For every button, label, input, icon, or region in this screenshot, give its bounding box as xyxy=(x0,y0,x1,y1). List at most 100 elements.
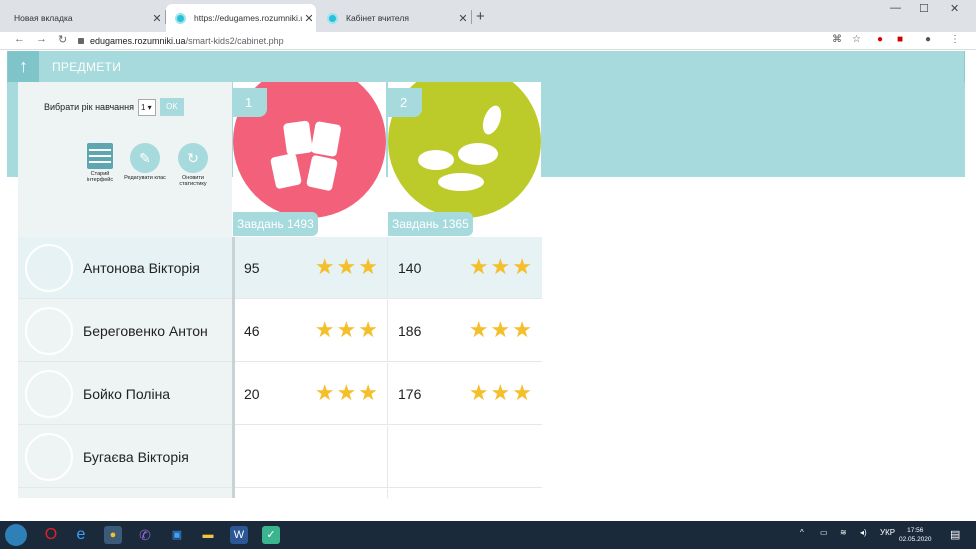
grade-label: Вибрати рік навчання xyxy=(44,102,134,112)
grade-selector: Вибрати рік навчання 1 ▾ OK xyxy=(44,98,184,116)
subject-tasks-count: Завдань 1493 xyxy=(233,212,318,236)
new-tab-plus-icon[interactable]: + xyxy=(476,8,485,25)
score-cell xyxy=(233,489,386,498)
subject-card[interactable]: 2 Завдань 1365 xyxy=(388,82,541,237)
card-shape xyxy=(269,152,303,190)
card-shape xyxy=(310,120,342,158)
edge-icon[interactable]: e xyxy=(72,526,90,544)
url-host: edugames.rozumniki.ua xyxy=(90,35,186,46)
stars-icon: ★★★ xyxy=(314,317,380,342)
site-favicon-icon xyxy=(327,12,338,24)
score-value: 140 xyxy=(398,260,422,276)
volume-icon[interactable]: ◂) xyxy=(860,528,867,537)
avatar xyxy=(25,307,73,355)
stars-icon: ★★★ xyxy=(314,380,380,405)
chevron-up-icon[interactable]: ^ xyxy=(800,528,804,537)
student-name: Бугаєва Вікторія xyxy=(83,449,189,465)
student-name: Береговенко Антон xyxy=(83,323,208,339)
leaf-shape xyxy=(438,173,484,191)
tool-label: Редагувати клас xyxy=(124,175,166,181)
table-icon xyxy=(87,143,113,169)
score-cell xyxy=(233,426,386,488)
tab-new-tab[interactable]: Новая вкладка ✕ xyxy=(6,4,164,32)
score-value: 95 xyxy=(244,260,260,276)
store-icon[interactable]: ▣ xyxy=(168,526,186,544)
close-icon[interactable]: ✕ xyxy=(302,12,316,25)
minimize-icon[interactable]: — xyxy=(890,2,901,14)
ok-button[interactable]: OK xyxy=(159,98,184,116)
app-icon[interactable]: ✓ xyxy=(262,526,280,544)
chrome-icon[interactable]: ● xyxy=(104,526,122,544)
grade-select[interactable]: 1 ▾ xyxy=(137,98,156,116)
avatar xyxy=(25,370,73,418)
card-shape xyxy=(282,120,314,156)
app-header: ↑ ПРЕДМЕТИ xyxy=(7,51,965,82)
score-cell: 186 ★★★ xyxy=(387,300,540,362)
score-cell: 46 ★★★ xyxy=(233,300,386,362)
subject-tasks-count: Завдань 1365 xyxy=(388,212,473,236)
start-button-icon[interactable] xyxy=(5,524,27,546)
opera-icon[interactable]: O xyxy=(42,526,60,544)
close-icon[interactable]: ✕ xyxy=(456,12,470,25)
score-cell xyxy=(387,426,540,488)
profile-avatar-icon[interactable]: ● xyxy=(925,34,931,45)
system-clock[interactable]: 17:56 02.05.2020 xyxy=(899,526,932,544)
refresh-stats-button[interactable]: ↻ Оновити статистику xyxy=(170,143,216,187)
score-cell: 140 ★★★ xyxy=(387,237,540,299)
maximize-icon[interactable]: ☐ xyxy=(919,2,929,15)
tab-title: Кабінет вчителя xyxy=(346,13,409,23)
bookmark-star-icon[interactable]: ☆ xyxy=(852,34,861,45)
scrollbar[interactable] xyxy=(232,237,235,498)
student-row[interactable]: Антонова Вікторія 95 ★★★ 140 ★★★ xyxy=(18,237,542,299)
refresh-icon: ↻ xyxy=(178,143,208,173)
windows-taskbar: O e ● ✆ ▣ ▬ W ✓ ^ ▭ ≋ ◂) УКР ▤ xyxy=(0,521,976,549)
leaf-shape xyxy=(458,143,498,165)
tool-label: Оновити статистику xyxy=(179,175,207,187)
up-arrow-button[interactable]: ↑ xyxy=(8,51,39,82)
butterfly-shape xyxy=(479,103,505,137)
leaf-shape xyxy=(418,150,454,170)
opera-extension-icon[interactable]: ● xyxy=(877,34,883,45)
student-row[interactable]: Береговенко Антон 46 ★★★ 186 ★★★ xyxy=(18,300,542,362)
notification-icon[interactable]: ▤ xyxy=(950,528,960,541)
translate-icon[interactable]: ⌘ xyxy=(832,34,842,45)
language-indicator[interactable]: УКР xyxy=(880,528,895,537)
score-value: 186 xyxy=(398,323,422,339)
pencil-icon: ✎ xyxy=(130,143,160,173)
folder-icon[interactable]: ▬ xyxy=(199,526,217,544)
score-cell: 95 ★★★ xyxy=(233,237,386,299)
menu-dots-icon[interactable]: ⋮ xyxy=(950,34,960,45)
tab-edugames[interactable]: https://edugames.rozumniki.ua/ ✕ xyxy=(166,4,316,32)
back-icon[interactable]: ← xyxy=(14,33,25,45)
clock-date: 02.05.2020 xyxy=(899,536,932,543)
address-bar: ← → ↻ edugames.rozumniki.ua /smart-kids2… xyxy=(0,32,976,50)
tab-title: Новая вкладка xyxy=(14,13,73,23)
window-close-icon[interactable]: ✕ xyxy=(950,2,959,15)
tab-teacher-cabinet[interactable]: Кабінет вчителя ✕ xyxy=(318,4,470,32)
score-value: 46 xyxy=(244,323,260,339)
subject-card[interactable]: 1 Завдань 1493 xyxy=(233,82,386,237)
old-interface-button[interactable]: Старий інтерфейс xyxy=(77,143,123,183)
student-name: Антонова Вікторія xyxy=(83,260,200,276)
edit-class-button[interactable]: ✎ Редагувати клас xyxy=(122,143,168,181)
close-icon[interactable]: ✕ xyxy=(150,12,164,25)
tool-label: Старий інтерфейс xyxy=(86,171,114,183)
word-icon[interactable]: W xyxy=(230,526,248,544)
grade-value: 1 xyxy=(140,102,146,112)
url-field[interactable]: edugames.rozumniki.ua /smart-kids2/cabin… xyxy=(78,33,818,48)
url-path: /smart-kids2/cabinet.php xyxy=(185,35,284,46)
subject-number: 2 xyxy=(388,88,422,117)
site-favicon-icon xyxy=(175,12,186,24)
tab-separator xyxy=(471,10,472,24)
battery-icon[interactable]: ▭ xyxy=(820,528,828,537)
stars-icon: ★★★ xyxy=(468,317,534,342)
extension-icon[interactable]: ■ xyxy=(897,34,903,45)
reload-icon[interactable]: ↻ xyxy=(58,33,67,46)
viber-icon[interactable]: ✆ xyxy=(136,526,154,544)
browser-tab-strip: Новая вкладка ✕ https://edugames.rozumni… xyxy=(0,0,976,32)
wifi-icon[interactable]: ≋ xyxy=(840,528,847,537)
forward-icon[interactable]: → xyxy=(36,33,47,45)
student-row[interactable]: Бойко Поліна 20 ★★★ 176 ★★★ xyxy=(18,363,542,425)
student-row[interactable]: Бугаєва Вікторія xyxy=(18,426,542,488)
lock-icon xyxy=(78,37,84,44)
